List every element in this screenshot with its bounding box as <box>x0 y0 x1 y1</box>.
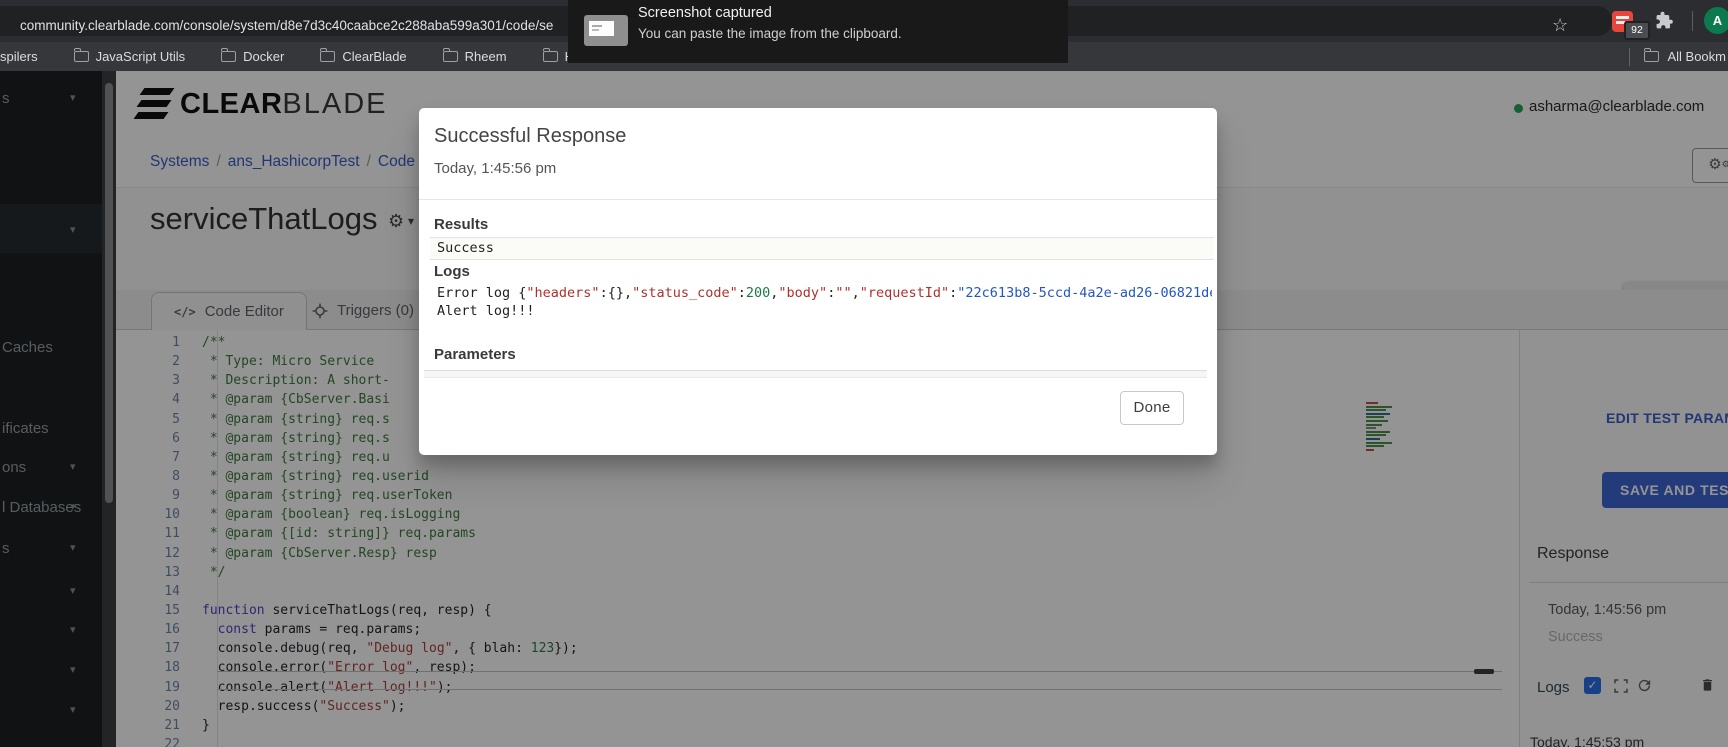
folder-icon <box>543 51 558 62</box>
notification-title: Screenshot captured <box>638 5 772 21</box>
log-line-1: Error log {"headers":{},"status_code":20… <box>437 285 1212 301</box>
folder-icon <box>1644 51 1659 62</box>
toolbar-divider <box>1692 11 1693 31</box>
dialog-title: Successful Response <box>434 125 626 148</box>
bookmark-item[interactable]: Docker <box>221 49 284 64</box>
log-line-2: Alert log!!! <box>437 303 1212 319</box>
results-heading: Results <box>434 216 488 233</box>
folder-icon <box>443 51 458 62</box>
browser-profile-avatar[interactable]: A <box>1704 7 1728 34</box>
extension-badge: 92 <box>1624 21 1650 40</box>
done-button[interactable]: Done <box>1120 391 1184 425</box>
bookmark-label: Docker <box>243 49 284 64</box>
bookmark-label: ClearBlade <box>342 49 406 64</box>
bookmarks-list: spilers JavaScript Utils Docker ClearBlade R… <box>0 42 603 71</box>
bookmark-star-icon[interactable]: ☆ <box>1552 15 1568 36</box>
notification-body: You can paste the image from the clipboa… <box>638 26 902 41</box>
bookmark-item[interactable]: JavaScript Utils <box>74 49 186 64</box>
parameters-heading: Parameters <box>434 346 516 363</box>
bookmark-item[interactable]: ClearBlade <box>320 49 406 64</box>
all-bookmarks[interactable]: All Bookm <box>1629 42 1728 71</box>
folder-icon <box>221 51 236 62</box>
all-bookmarks-label: All Bookm <box>1667 49 1726 64</box>
successful-response-dialog: Successful Response Today, 1:45:56 pm Re… <box>419 108 1217 455</box>
extensions-puzzle-icon[interactable] <box>1655 11 1674 30</box>
dialog-timestamp: Today, 1:45:56 pm <box>434 160 556 177</box>
logs-heading: Logs <box>434 263 470 280</box>
dialog-divider <box>419 199 1217 200</box>
screen: community.clearblade.com/console/system/… <box>0 0 1728 747</box>
bookmarks-divider <box>1629 48 1630 66</box>
url-text: community.clearblade.com/console/system/… <box>20 18 553 33</box>
parameters-table-header <box>424 370 1207 378</box>
bookmark-item[interactable]: spilers <box>0 49 38 64</box>
folder-icon <box>74 51 89 62</box>
results-value: Success <box>430 237 1214 260</box>
screenshot-thumbnail <box>584 15 628 46</box>
screenshot-notification[interactable]: Screenshot captured You can paste the im… <box>568 0 1068 63</box>
bookmark-label: JavaScript Utils <box>96 49 186 64</box>
bookmark-label: Rheem <box>465 49 507 64</box>
folder-icon <box>320 51 335 62</box>
bookmark-item[interactable]: Rheem <box>443 49 507 64</box>
bookmark-label: spilers <box>0 49 38 64</box>
